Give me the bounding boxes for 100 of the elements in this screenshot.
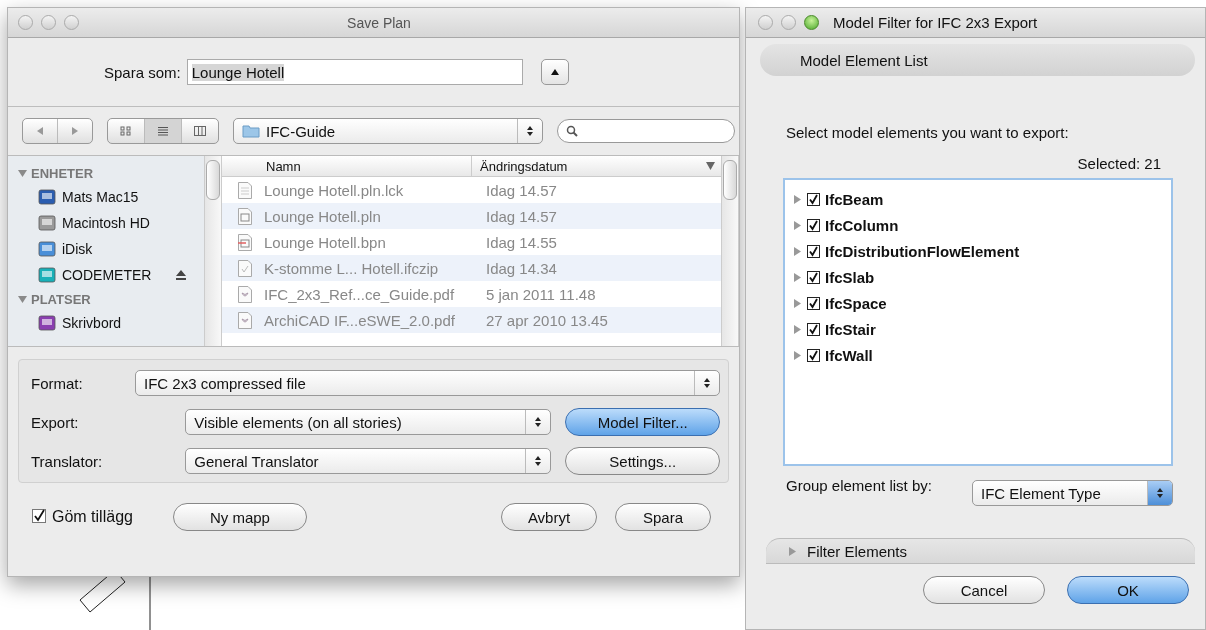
window-title: Save Plan — [346, 14, 412, 31]
stepper-icon — [526, 125, 534, 137]
stepper-icon — [1156, 487, 1164, 499]
sidebar-item[interactable]: Macintosh HD — [62, 215, 150, 231]
column-header[interactable]: Ändringsdatum — [472, 156, 721, 176]
disclosure-icon[interactable] — [793, 349, 802, 361]
element-label: IfcSlab — [825, 268, 875, 286]
stepper-icon — [534, 455, 543, 467]
file-date: 5 jan 2011 11.48 — [486, 285, 596, 303]
eject-icon[interactable] — [175, 270, 188, 280]
window-title: Model Filter for IFC 2x3 Export — [833, 14, 1038, 31]
element-label: IfcSpace — [825, 294, 887, 312]
location-dropdown[interactable]: IFC-Guide — [233, 118, 543, 144]
zoom-button[interactable] — [804, 15, 819, 30]
drive-icon — [38, 267, 56, 283]
cancel-button[interactable]: Cancel — [923, 576, 1045, 604]
checkbox-icon — [32, 508, 46, 523]
document-icon — [238, 181, 252, 199]
file-name[interactable]: Lounge Hotell.bpn — [264, 233, 486, 251]
section-label: Filter Elements — [807, 542, 908, 560]
back-forward-control[interactable] — [22, 118, 93, 144]
element-label: IfcStair — [825, 320, 876, 338]
file-date: Idag 14.55 — [486, 233, 557, 251]
field-label: Format: — [31, 374, 84, 392]
disclosure-icon[interactable] — [793, 297, 802, 309]
scrollbar[interactable] — [721, 156, 739, 346]
export-dropdown[interactable]: Visible elements (on all stories) — [185, 409, 552, 435]
sidebar-item[interactable]: Skrivbord — [62, 315, 122, 331]
checkbox[interactable] — [807, 348, 820, 362]
column-view-icon — [194, 126, 206, 136]
minimize-button[interactable] — [41, 15, 56, 30]
file-date: 27 apr 2010 13.45 — [486, 311, 608, 329]
model-filter-button[interactable]: Model Filter... — [565, 408, 720, 436]
document-icon — [238, 207, 252, 225]
document-icon — [238, 233, 252, 251]
element-label: IfcDistributionFlowElement — [825, 242, 1020, 260]
minimize-button[interactable] — [781, 15, 796, 30]
field-label: Spara som: — [104, 63, 181, 81]
instruction-text: Select model elements you want to export: — [786, 124, 1070, 141]
stepper-icon — [703, 377, 711, 389]
triangle-up-icon — [549, 68, 560, 76]
file-name[interactable]: IFC_2x3_Ref...ce_Guide.pdf — [264, 285, 486, 303]
close-button[interactable] — [18, 15, 33, 30]
disclosure-icon[interactable] — [793, 245, 802, 257]
element-label: IfcWall — [825, 346, 873, 364]
checkbox[interactable] — [807, 244, 820, 258]
pdf-file-icon — [238, 311, 252, 329]
ok-button[interactable]: OK — [1067, 576, 1189, 604]
filename-field[interactable]: Lounge Hotell — [186, 59, 523, 85]
disclosure-icon — [788, 545, 797, 557]
field-label: Export: — [31, 413, 80, 431]
icon-view-icon — [120, 126, 132, 136]
search-field[interactable] — [557, 119, 735, 143]
sidebar-item[interactable]: CODEMETER — [62, 267, 152, 283]
close-button[interactable] — [758, 15, 773, 30]
document-icon — [238, 259, 252, 277]
element-label: IfcBeam — [825, 190, 884, 208]
checkbox[interactable] — [807, 218, 820, 232]
folder-icon — [242, 124, 260, 138]
translator-dropdown[interactable]: General Translator — [185, 448, 552, 474]
disclosure-icon[interactable] — [793, 219, 802, 231]
file-name[interactable]: Lounge Hotell.pln.lck — [264, 181, 486, 199]
selected-count: Selected: 21 — [1077, 155, 1161, 172]
group-by-dropdown[interactable]: IFC Element Type — [972, 480, 1173, 506]
cancel-button[interactable]: Avbryt — [501, 503, 597, 531]
checkbox[interactable] — [32, 508, 46, 526]
disclosure-icon[interactable] — [793, 271, 802, 283]
checkbox[interactable] — [807, 322, 820, 336]
file-date: Idag 14.57 — [486, 207, 557, 225]
sidebar-item[interactable]: Mats Mac15 — [62, 189, 139, 205]
save-button[interactable]: Spara — [615, 503, 711, 531]
checkbox-label: Göm tillägg — [52, 508, 133, 526]
checkbox[interactable] — [807, 296, 820, 310]
view-switcher[interactable] — [107, 118, 219, 144]
zoom-button[interactable] — [64, 15, 79, 30]
element-label: IfcColumn — [825, 216, 899, 234]
field-label: Group element list by: — [786, 478, 933, 495]
disclosure-icon[interactable] — [793, 323, 802, 335]
back-icon — [35, 126, 45, 136]
stepper-icon — [534, 416, 543, 428]
section-header[interactable]: Model Element List — [760, 44, 1195, 76]
format-dropdown[interactable]: IFC 2x3 compressed file — [135, 370, 720, 396]
collapse-button[interactable] — [540, 59, 569, 85]
scrollbar[interactable] — [204, 156, 222, 346]
new-folder-button[interactable]: Ny mapp — [172, 503, 307, 531]
section-heading: ENHETER — [31, 165, 94, 181]
settings-button[interactable]: Settings... — [565, 447, 720, 475]
checkbox[interactable] — [807, 270, 820, 284]
disclosure-icon[interactable] — [793, 193, 802, 205]
disclosure-icon[interactable] — [18, 168, 27, 178]
column-header[interactable]: Namn — [222, 156, 472, 176]
list-view-icon — [157, 126, 169, 136]
forward-icon — [70, 126, 80, 136]
disclosure-icon[interactable] — [18, 294, 27, 304]
sort-icon — [706, 162, 715, 170]
sidebar-item[interactable]: iDisk — [62, 241, 93, 257]
section-header[interactable]: Filter Elements — [766, 538, 1195, 564]
file-date: Idag 14.34 — [486, 259, 557, 277]
field-label: Translator: — [31, 452, 104, 470]
checkbox[interactable] — [807, 192, 820, 206]
